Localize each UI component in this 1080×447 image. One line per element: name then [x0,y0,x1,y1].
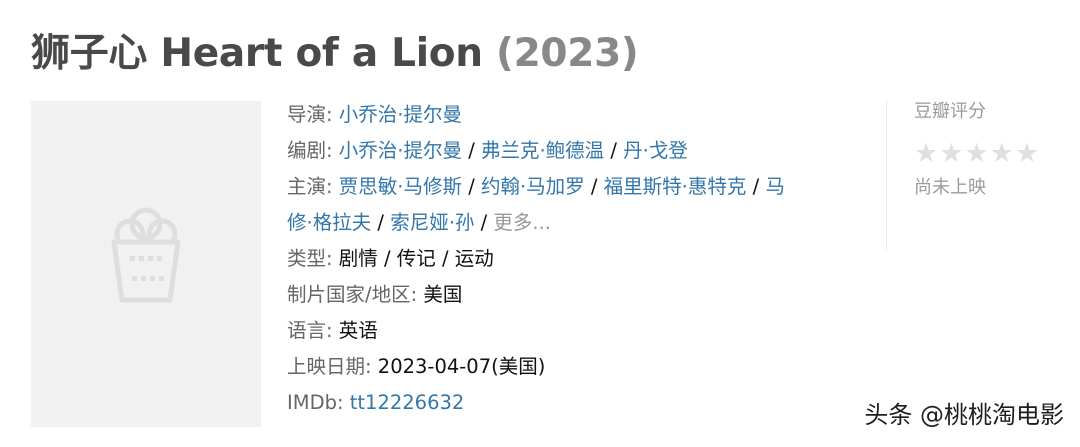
cast-label: 主演 [287,175,327,198]
imdb-link[interactable]: tt12226632 [350,391,465,414]
genre-row: 类型: 剧情 / 传记 / 运动 [287,247,494,270]
cast-link[interactable]: 索尼娅·孙 [390,211,474,234]
star-icon: ★ [939,138,964,169]
more-cast-link[interactable]: 更多... [493,211,551,234]
country-value: 美国 [423,283,463,306]
language-row: 语言: 英语 [287,319,378,342]
writer-label: 编剧 [287,139,327,162]
cast-row: 主演: 贾思敏·马修斯 / 约翰·马加罗 / 福里斯特·惠特克 / 马 [287,175,785,198]
language-label: 语言 [287,319,327,342]
cast-link[interactable]: 约翰·马加罗 [481,175,585,198]
release-label: 上映日期 [287,355,366,378]
star-icon: ★ [989,138,1014,169]
director-link[interactable]: 小乔治·提尔曼 [339,103,462,126]
cast-link[interactable]: 贾思敏·马修斯 [339,175,462,198]
country-row: 制片国家/地区: 美国 [287,283,463,306]
writer-row: 编剧: 小乔治·提尔曼 / 弗兰克·鲍德温 / 丹·戈登 [287,139,688,162]
genre-label: 类型 [287,247,327,270]
rating-status: 尚未上映 [914,177,986,198]
cast-link[interactable]: 修·格拉夫 [287,211,371,234]
rating-panel: 豆瓣评分 ★ ★ ★ ★ ★ 尚未上映 [914,98,1054,202]
country-label: 制片国家/地区 [287,283,411,306]
director-row: 导演: 小乔治·提尔曼 [287,103,462,126]
writer-link[interactable]: 小乔治·提尔曼 [339,139,462,162]
cast-link[interactable]: 马 [765,175,785,198]
imdb-row: IMDb: tt12226632 [287,391,465,414]
page-title: 狮子心 Heart of a Lion (2023) [31,22,639,78]
movie-title: 狮子心 Heart of a Lion [31,31,483,76]
watermark: 头条 @桃桃淘电影 [864,401,1064,429]
star-icon: ★ [914,138,939,169]
movie-year: (2023) [496,31,639,76]
genre-value: 剧情 / 传记 / 运动 [338,247,494,270]
rating-divider [886,100,887,250]
language-value: 英语 [338,319,378,342]
popcorn-icon [111,207,181,303]
rating-label: 豆瓣评分 [914,101,986,122]
cast-link[interactable]: 福里斯特·惠特克 [604,175,747,198]
writer-link[interactable]: 丹·戈登 [623,139,688,162]
star-icon: ★ [1014,138,1040,169]
movie-info: 导演: 小乔治·提尔曼 编剧: 小乔治·提尔曼 / 弗兰克·鲍德温 / 丹·戈登… [287,97,857,421]
release-value: 2023-04-07(美国) [377,355,546,378]
star-icon: ★ [964,138,989,169]
rating-stars: ★ ★ ★ ★ ★ [914,140,1054,168]
imdb-label: IMDb [287,391,337,414]
release-row: 上映日期: 2023-04-07(美国) [287,355,546,378]
cast-row-continued: 修·格拉夫 / 索尼娅·孙 / 更多... [287,211,551,234]
director-label: 导演 [287,103,327,126]
writer-link[interactable]: 弗兰克·鲍德温 [481,139,604,162]
poster-placeholder[interactable] [31,101,261,427]
